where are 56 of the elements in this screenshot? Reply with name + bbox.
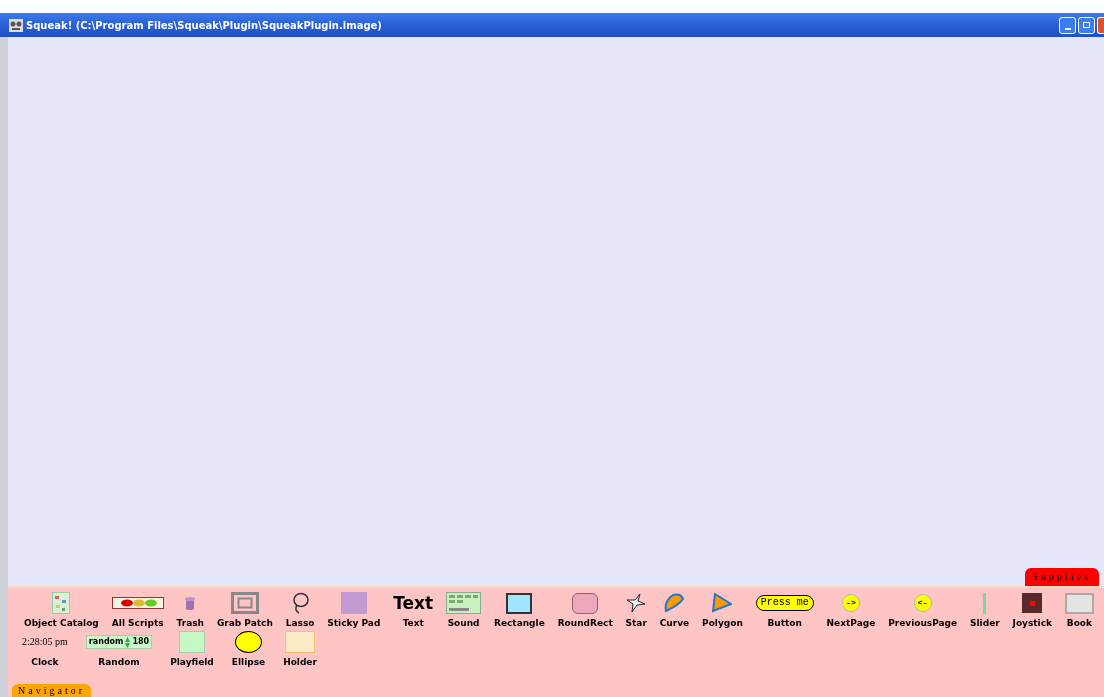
catalog-icon (52, 592, 71, 614)
triangle-icon (712, 593, 733, 613)
star-icon (626, 593, 647, 613)
minimize-button[interactable] (1059, 16, 1076, 34)
tool-label[interactable]: Sound (447, 618, 480, 629)
tool-label[interactable]: Sticky Pad (327, 618, 381, 629)
close-button[interactable] (1097, 16, 1104, 34)
tool-label[interactable]: Holder (283, 657, 317, 668)
press-me-button[interactable]: Press me (755, 595, 814, 611)
tool-label[interactable]: Playfield (170, 657, 214, 668)
up-down-arrows-icon (125, 636, 131, 648)
tool-label[interactable]: Polygon (702, 618, 743, 629)
tool-label[interactable]: Book (1066, 618, 1092, 629)
scripts-icon (111, 597, 164, 609)
page-button[interactable]: -> (841, 594, 860, 612)
frame-icon (230, 592, 259, 614)
holder-icon (285, 631, 315, 653)
app-icon (9, 18, 23, 32)
tool-label[interactable]: NextPage (826, 618, 876, 629)
tool-label[interactable]: All Scripts (111, 618, 164, 629)
slider-icon (983, 592, 987, 614)
tool-label[interactable]: Curve (659, 618, 690, 629)
joystick-icon (1022, 593, 1043, 613)
sound-icon (446, 592, 482, 614)
tool-label[interactable]: Object Catalog (24, 618, 99, 629)
tool-label[interactable]: Clock (31, 657, 59, 668)
trash-can-icon (185, 596, 196, 610)
tool-label[interactable]: Rectangle (493, 618, 545, 629)
supplies-tab[interactable]: Supplies (1024, 568, 1099, 586)
tool-label[interactable]: Star (625, 618, 647, 629)
playfield-icon (179, 631, 205, 653)
rectangle-icon (506, 592, 533, 614)
page-button[interactable]: <- (913, 594, 932, 612)
random-value: 180 (132, 636, 150, 648)
clock-time: 2:28:05 pm (22, 635, 68, 649)
book-icon (1064, 592, 1094, 614)
lasso-icon (291, 592, 310, 614)
tool-label[interactable]: Ellipse (231, 657, 266, 668)
window-title: Squeak! (C:\Program Files\Squeak\Plugin\SqueakPlugin.image) (26, 18, 382, 33)
tool-label[interactable]: RoundRect (557, 618, 613, 629)
text-preview: Text (393, 592, 434, 614)
ellipse-icon (234, 631, 262, 653)
restore-button[interactable] (1078, 16, 1095, 34)
tool-label[interactable]: Grab Patch (216, 618, 273, 629)
tool-label[interactable]: Trash (176, 618, 204, 629)
sticky-pad-icon (340, 592, 367, 614)
tool-label[interactable]: Random (98, 657, 140, 668)
tool-label[interactable]: Slider (970, 618, 1000, 629)
curve-icon (663, 593, 686, 613)
tool-label[interactable]: Joystick (1012, 618, 1053, 629)
tool-label[interactable]: Lasso (285, 618, 315, 629)
navigator-tab[interactable]: Navigator (12, 684, 91, 697)
tool-label[interactable]: PreviousPage (888, 618, 958, 629)
tool-label[interactable]: Button (767, 618, 802, 629)
tool-label[interactable]: Text (402, 618, 424, 629)
random-label: random (88, 636, 124, 648)
